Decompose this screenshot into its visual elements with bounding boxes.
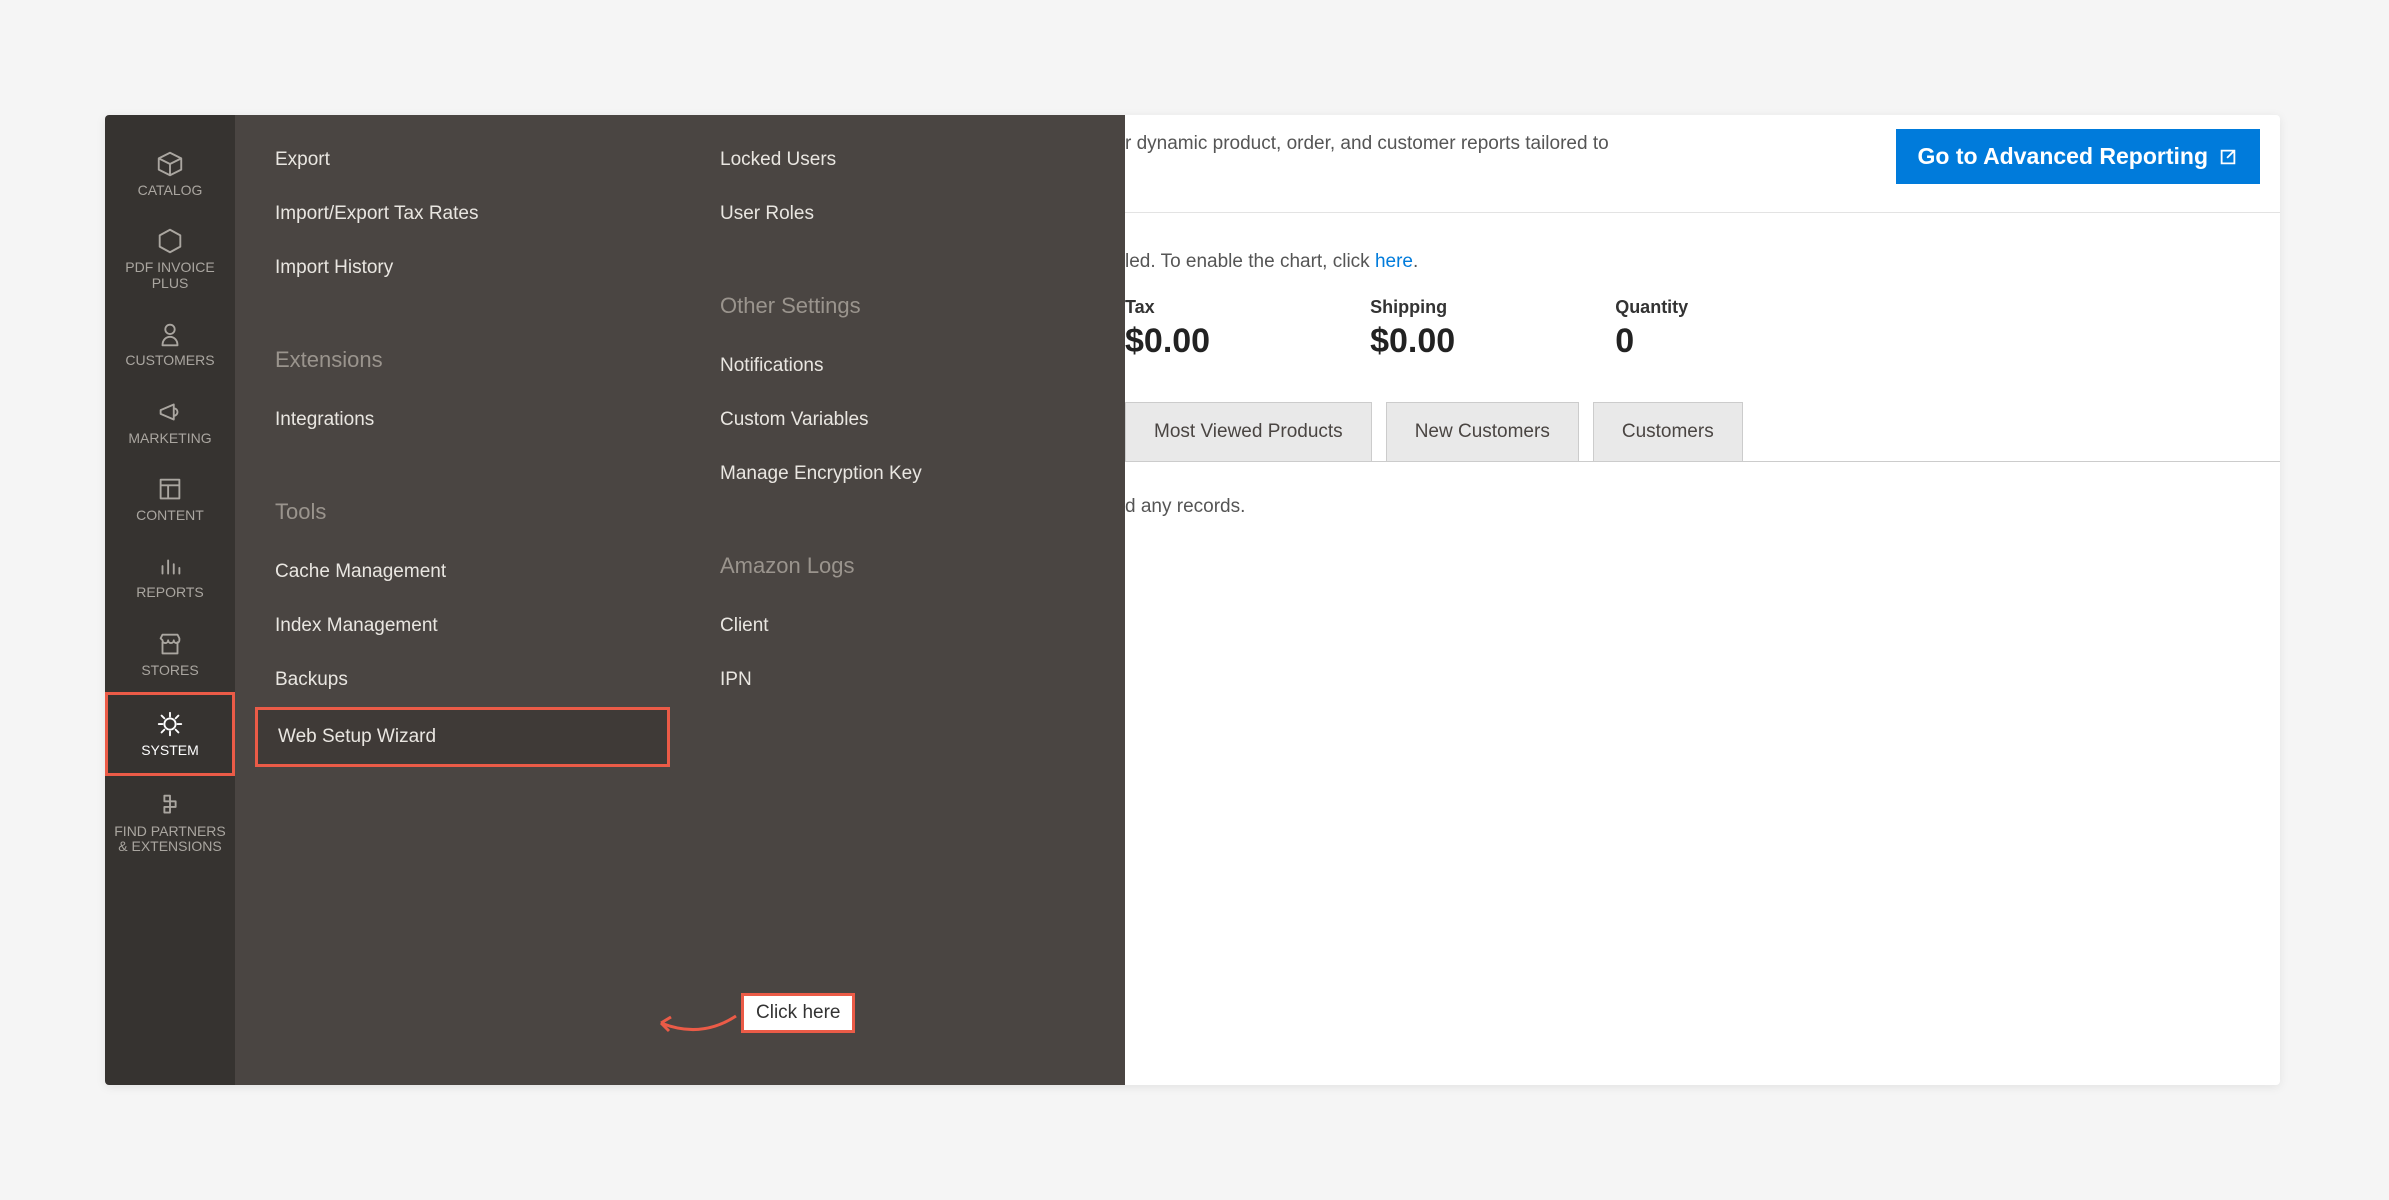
- sidebar-content-label: CONTENT: [111, 508, 229, 523]
- sidebar-system-label: SYSTEM: [114, 743, 226, 758]
- stat-quantity: Quantity 0: [1615, 297, 1688, 361]
- flyout-heading-amazon-logs: Amazon Logs: [720, 553, 1095, 579]
- chart-disabled-message: led. To enable the chart, click here.: [1125, 213, 2280, 297]
- tab-most-viewed-products[interactable]: Most Viewed Products: [1125, 402, 1372, 462]
- flyout-link[interactable]: Export: [275, 133, 650, 187]
- hex-icon: [155, 226, 185, 256]
- sidebar-customers[interactable]: CUSTOMERS: [105, 305, 235, 382]
- flyout-link-web-setup-wizard[interactable]: Web Setup Wizard: [255, 707, 670, 767]
- top-bar: r dynamic product, order, and customer r…: [1125, 115, 2280, 213]
- flyout-link[interactable]: Cache Management: [275, 545, 650, 599]
- megaphone-icon: [155, 397, 185, 427]
- flyout-heading-other-settings: Other Settings: [720, 293, 1095, 319]
- gear-icon: [155, 709, 185, 739]
- cube-icon: [155, 149, 185, 179]
- chart-msg-prefix: led. To enable the chart, click: [1125, 251, 1375, 272]
- tab-new-customers[interactable]: New Customers: [1386, 402, 1579, 462]
- flyout-link[interactable]: Integrations: [275, 393, 650, 447]
- callout-annotation: Click here: [741, 993, 855, 1033]
- sidebar-marketing-label: MARKETING: [111, 431, 229, 446]
- chart-msg-suffix: .: [1413, 251, 1418, 272]
- flyout-heading-tools: Tools: [275, 499, 650, 525]
- flyout-link[interactable]: Locked Users: [720, 133, 1095, 187]
- store-icon: [155, 629, 185, 659]
- flyout-link[interactable]: Index Management: [275, 599, 650, 653]
- advanced-reporting-label: Go to Advanced Reporting: [1918, 143, 2209, 170]
- blocks-icon: [155, 790, 185, 820]
- stat-value: 0: [1615, 322, 1688, 361]
- sidebar-content[interactable]: CONTENT: [105, 460, 235, 537]
- stat-label: Quantity: [1615, 297, 1688, 318]
- person-icon: [155, 319, 185, 349]
- sidebar-stores[interactable]: STORES: [105, 615, 235, 692]
- app-canvas: CATALOG PDF INVOICE PLUS CUSTOMERS MARKETIN…: [105, 115, 2280, 1085]
- tab-customers[interactable]: Customers: [1593, 402, 1743, 462]
- flyout-link[interactable]: Import History: [275, 241, 650, 295]
- sidebar-reports[interactable]: REPORTS: [105, 537, 235, 614]
- callout-arrow-icon: [651, 1011, 741, 1041]
- sidebar-catalog-label: CATALOG: [111, 183, 229, 198]
- sidebar-pdf-invoice-plus-label: PDF INVOICE PLUS: [111, 260, 229, 291]
- flyout-link[interactable]: Client: [720, 599, 1095, 653]
- flyout-col-2: Locked UsersUser Roles Other Settings Noti…: [680, 115, 1125, 1085]
- stat-value: $0.00: [1370, 322, 1455, 361]
- flyout-link[interactable]: IPN: [720, 653, 1095, 707]
- stat-tax: Tax $0.00: [1125, 297, 1210, 361]
- flyout-link[interactable]: Custom Variables: [720, 393, 1095, 447]
- dashboard-content: r dynamic product, order, and customer r…: [1125, 115, 2280, 518]
- sidebar-find-partners[interactable]: FIND PARTNERS & EXTENSIONS: [105, 776, 235, 869]
- stat-value: $0.00: [1125, 322, 1210, 361]
- stat-label: Shipping: [1370, 297, 1455, 318]
- advanced-reporting-button[interactable]: Go to Advanced Reporting: [1896, 129, 2261, 184]
- sidebar-reports-label: REPORTS: [111, 585, 229, 600]
- enable-chart-link[interactable]: here: [1375, 251, 1413, 272]
- sidebar-find-partners-label: FIND PARTNERS & EXTENSIONS: [111, 824, 229, 855]
- no-records-message: d any records.: [1125, 462, 2280, 518]
- top-description: r dynamic product, order, and customer r…: [1125, 129, 1609, 155]
- flyout-link[interactable]: User Roles: [720, 187, 1095, 241]
- admin-sidebar: CATALOG PDF INVOICE PLUS CUSTOMERS MARKETIN…: [105, 115, 235, 1085]
- system-flyout: ExportImport/Export Tax RatesImport Hist…: [235, 115, 1125, 1085]
- sidebar-stores-label: STORES: [111, 663, 229, 678]
- sidebar-system[interactable]: SYSTEM: [105, 692, 235, 775]
- callout-label: Click here: [741, 993, 855, 1033]
- sidebar-catalog[interactable]: CATALOG: [105, 135, 235, 212]
- flyout-col-1: ExportImport/Export Tax RatesImport Hist…: [235, 115, 680, 1085]
- stat-label: Tax: [1125, 297, 1210, 318]
- flyout-link[interactable]: Backups: [275, 653, 650, 707]
- flyout-link[interactable]: Manage Encryption Key: [720, 447, 1095, 501]
- tabs-row: Most Viewed ProductsNew CustomersCustome…: [1125, 401, 2280, 462]
- sidebar-customers-label: CUSTOMERS: [111, 353, 229, 368]
- external-link-icon: [2218, 147, 2238, 167]
- flyout-link[interactable]: Notifications: [720, 339, 1095, 393]
- stats-row: Tax $0.00 Shipping $0.00 Quantity 0: [1125, 297, 2280, 401]
- flyout-heading-extensions: Extensions: [275, 347, 650, 373]
- layout-icon: [155, 474, 185, 504]
- flyout-link[interactable]: Import/Export Tax Rates: [275, 187, 650, 241]
- bars-icon: [155, 551, 185, 581]
- stat-shipping: Shipping $0.00: [1370, 297, 1455, 361]
- sidebar-marketing[interactable]: MARKETING: [105, 383, 235, 460]
- sidebar-pdf-invoice-plus[interactable]: PDF INVOICE PLUS: [105, 212, 235, 305]
